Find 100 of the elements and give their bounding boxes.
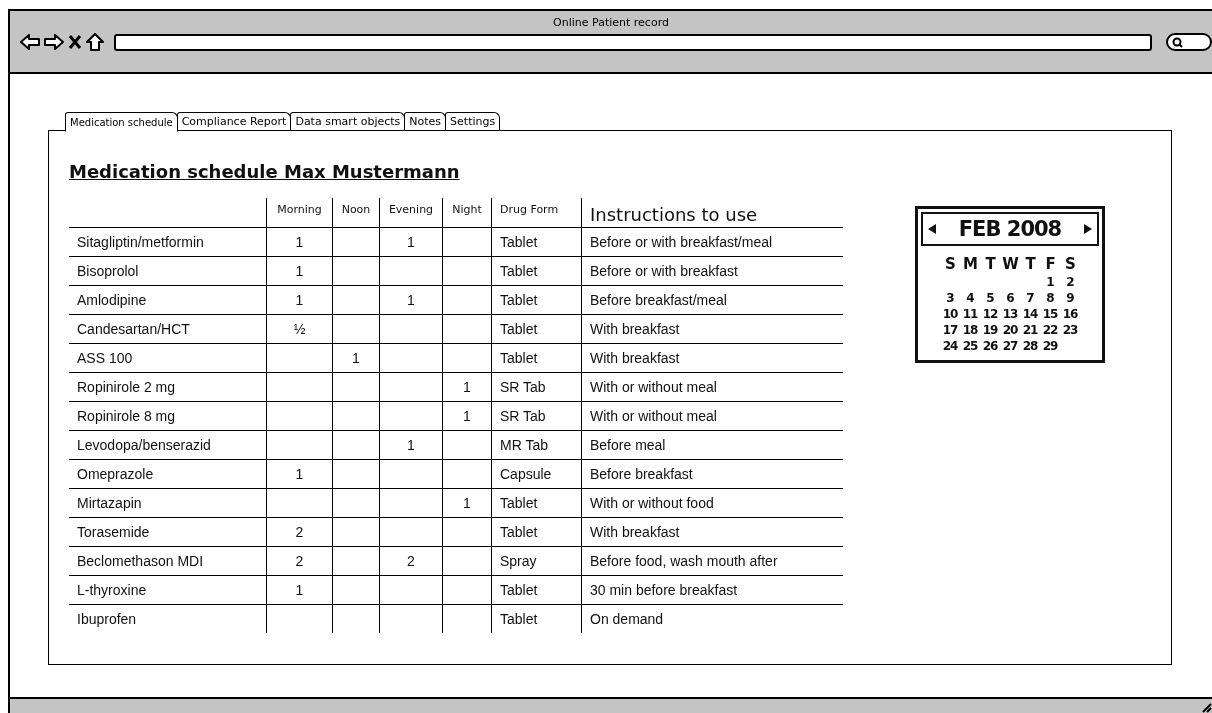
medication-name: Mirtazapin <box>69 488 267 518</box>
drug-form-cell: Tablet <box>491 285 582 315</box>
drug-form-cell: Tablet <box>491 343 582 373</box>
day-number[interactable]: 2 <box>1060 274 1080 290</box>
day-number[interactable]: 3 <box>940 290 960 306</box>
weekday-label: S <box>1064 254 1076 274</box>
day-number[interactable]: 25 <box>960 338 980 354</box>
day-number[interactable]: 4 <box>960 290 980 306</box>
weekday-label: F <box>1044 254 1056 274</box>
tab[interactable]: Settings <box>445 112 501 130</box>
window-title: Online Patient record <box>552 16 670 31</box>
medication-name: L-thyroxine <box>69 575 267 605</box>
day-number[interactable]: 11 <box>960 306 980 322</box>
tab[interactable]: Medication schedule <box>65 111 178 132</box>
day-number[interactable]: 29 <box>1040 338 1060 354</box>
medication-name: Omeprazole <box>69 459 267 489</box>
drug-form-cell: SR Tab <box>491 372 582 402</box>
day-number[interactable]: 20 <box>1000 322 1020 338</box>
left-triangle-icon[interactable] <box>926 222 938 236</box>
dose-cell: 1 <box>442 401 492 431</box>
dose-cell: 1 <box>266 285 333 315</box>
dose-cell: 1 <box>266 256 333 286</box>
column-header: Instructions to use <box>581 198 843 228</box>
drug-form-cell: SR Tab <box>491 401 582 431</box>
day-number[interactable]: 26 <box>980 338 1000 354</box>
day-number[interactable]: 7 <box>1020 290 1040 306</box>
right-triangle-icon[interactable] <box>1082 222 1094 236</box>
resize-grip-icon[interactable] <box>1200 701 1212 713</box>
day-number[interactable]: 6 <box>1000 290 1020 306</box>
medication-name: Amlodipine <box>69 285 267 315</box>
instructions-cell: With breakfast <box>581 314 843 344</box>
weekday-label: T <box>1024 254 1037 274</box>
dose-cell: 2 <box>379 546 443 576</box>
instructions-cell: Before food, wash mouth after <box>581 546 843 576</box>
close-icon[interactable] <box>68 34 82 50</box>
dose-cell: 2 <box>266 517 333 547</box>
schedule-heading: Medication schedule Max Mustermann <box>69 161 461 182</box>
day-number[interactable]: 1 <box>1040 274 1060 290</box>
drug-form-cell: Tablet <box>491 314 582 344</box>
day-number[interactable]: 17 <box>940 322 960 338</box>
column-header: Drug Form <box>491 198 582 228</box>
search-icon[interactable] <box>1166 33 1212 51</box>
weekday-label: S <box>944 254 956 274</box>
day-number[interactable]: 23 <box>1060 322 1080 338</box>
instructions-cell: With or without meal <box>581 372 843 402</box>
drug-form-cell: Tablet <box>491 488 582 518</box>
day-number[interactable]: 21 <box>1020 322 1040 338</box>
instructions-cell: With or without meal <box>581 401 843 431</box>
drug-form-cell: Spray <box>491 546 582 576</box>
day-number[interactable]: 10 <box>940 306 960 322</box>
column-header: Noon <box>332 198 380 228</box>
instructions-cell: With or without food <box>581 488 843 518</box>
medication-name: Levodopa/benserazid <box>69 430 267 460</box>
medication-name: ASS 100 <box>69 343 267 373</box>
tab[interactable]: Compliance Report <box>176 112 292 130</box>
dose-cell: 1 <box>266 227 333 257</box>
drug-form-cell: Tablet <box>491 575 582 605</box>
instructions-cell: Before or with breakfast <box>581 256 843 286</box>
month-label: FEB 2008 <box>958 217 1062 241</box>
dose-cell: 1 <box>442 488 492 518</box>
day-number[interactable]: 5 <box>980 290 1000 306</box>
day-number[interactable]: 8 <box>1040 290 1060 306</box>
day-number[interactable]: 12 <box>980 306 1000 322</box>
medication-name: Ropinirole 8 mg <box>69 401 267 431</box>
instructions-cell: 30 min before breakfast <box>581 575 843 605</box>
weekday-label: M <box>962 254 978 274</box>
drug-form-cell: Tablet <box>491 517 582 547</box>
forward-icon[interactable] <box>44 33 64 51</box>
instructions-cell: Before breakfast/meal <box>581 285 843 315</box>
home-icon[interactable] <box>86 33 104 51</box>
medication-name: Beclomethason MDI <box>69 546 267 576</box>
dose-cell: 2 <box>266 546 333 576</box>
medication-name: Torasemide <box>69 517 267 547</box>
day-number[interactable]: 14 <box>1020 306 1040 322</box>
drug-form-cell: MR Tab <box>491 430 582 460</box>
column-header: Evening <box>379 198 443 228</box>
medication-name: Sitagliptin/metformin <box>69 227 267 257</box>
tab[interactable]: Data smart objects <box>290 112 406 130</box>
instructions-cell: With breakfast <box>581 343 843 373</box>
back-icon[interactable] <box>20 33 40 51</box>
day-number[interactable]: 24 <box>940 338 960 354</box>
instructions-cell: Before or with breakfast/meal <box>581 227 843 257</box>
day-number[interactable]: 16 <box>1060 306 1080 322</box>
day-number[interactable]: 15 <box>1040 306 1060 322</box>
address-field[interactable] <box>114 33 1152 51</box>
instructions-cell: Before breakfast <box>581 459 843 489</box>
instructions-cell: On demand <box>581 604 843 633</box>
weekday-label: W <box>1001 254 1020 274</box>
day-number[interactable]: 19 <box>980 322 1000 338</box>
dose-cell: 1 <box>266 575 333 605</box>
day-number[interactable]: 13 <box>1000 306 1020 322</box>
dose-cell: 1 <box>379 285 443 315</box>
day-number[interactable]: 18 <box>960 322 980 338</box>
day-number[interactable]: 28 <box>1020 338 1040 354</box>
drug-form-cell: Tablet <box>491 604 582 633</box>
day-number[interactable]: 9 <box>1060 290 1080 306</box>
day-number[interactable]: 22 <box>1040 322 1060 338</box>
day-number[interactable]: 27 <box>1000 338 1020 354</box>
column-header: Night <box>442 198 492 228</box>
medication-name: Ropinirole 2 mg <box>69 372 267 402</box>
